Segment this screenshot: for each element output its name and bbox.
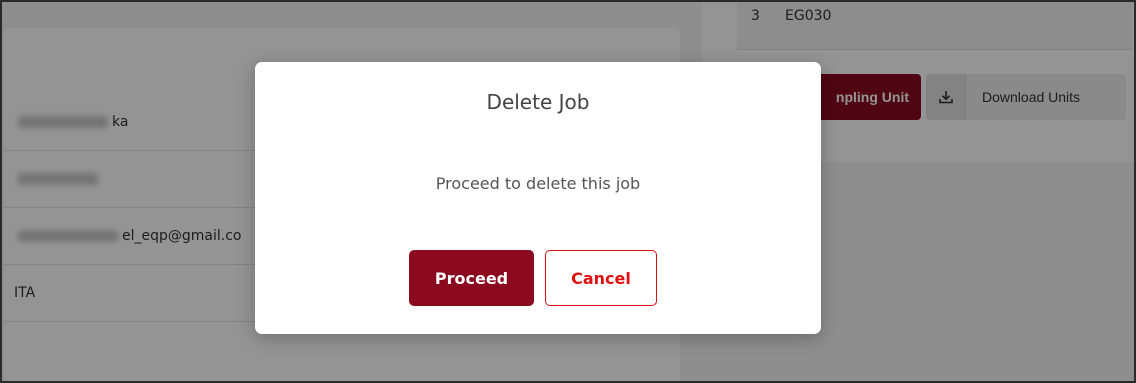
- delete-job-dialog: Delete Job Proceed to delete this job Pr…: [255, 62, 821, 334]
- dialog-title: Delete Job: [486, 90, 590, 114]
- app-frame: ka el_eqp@gmail.co ITA 3 EG030 npling Un…: [0, 0, 1136, 383]
- dialog-message: Proceed to delete this job: [435, 174, 641, 193]
- proceed-button[interactable]: Proceed: [409, 250, 534, 306]
- cancel-button[interactable]: Cancel: [545, 250, 657, 306]
